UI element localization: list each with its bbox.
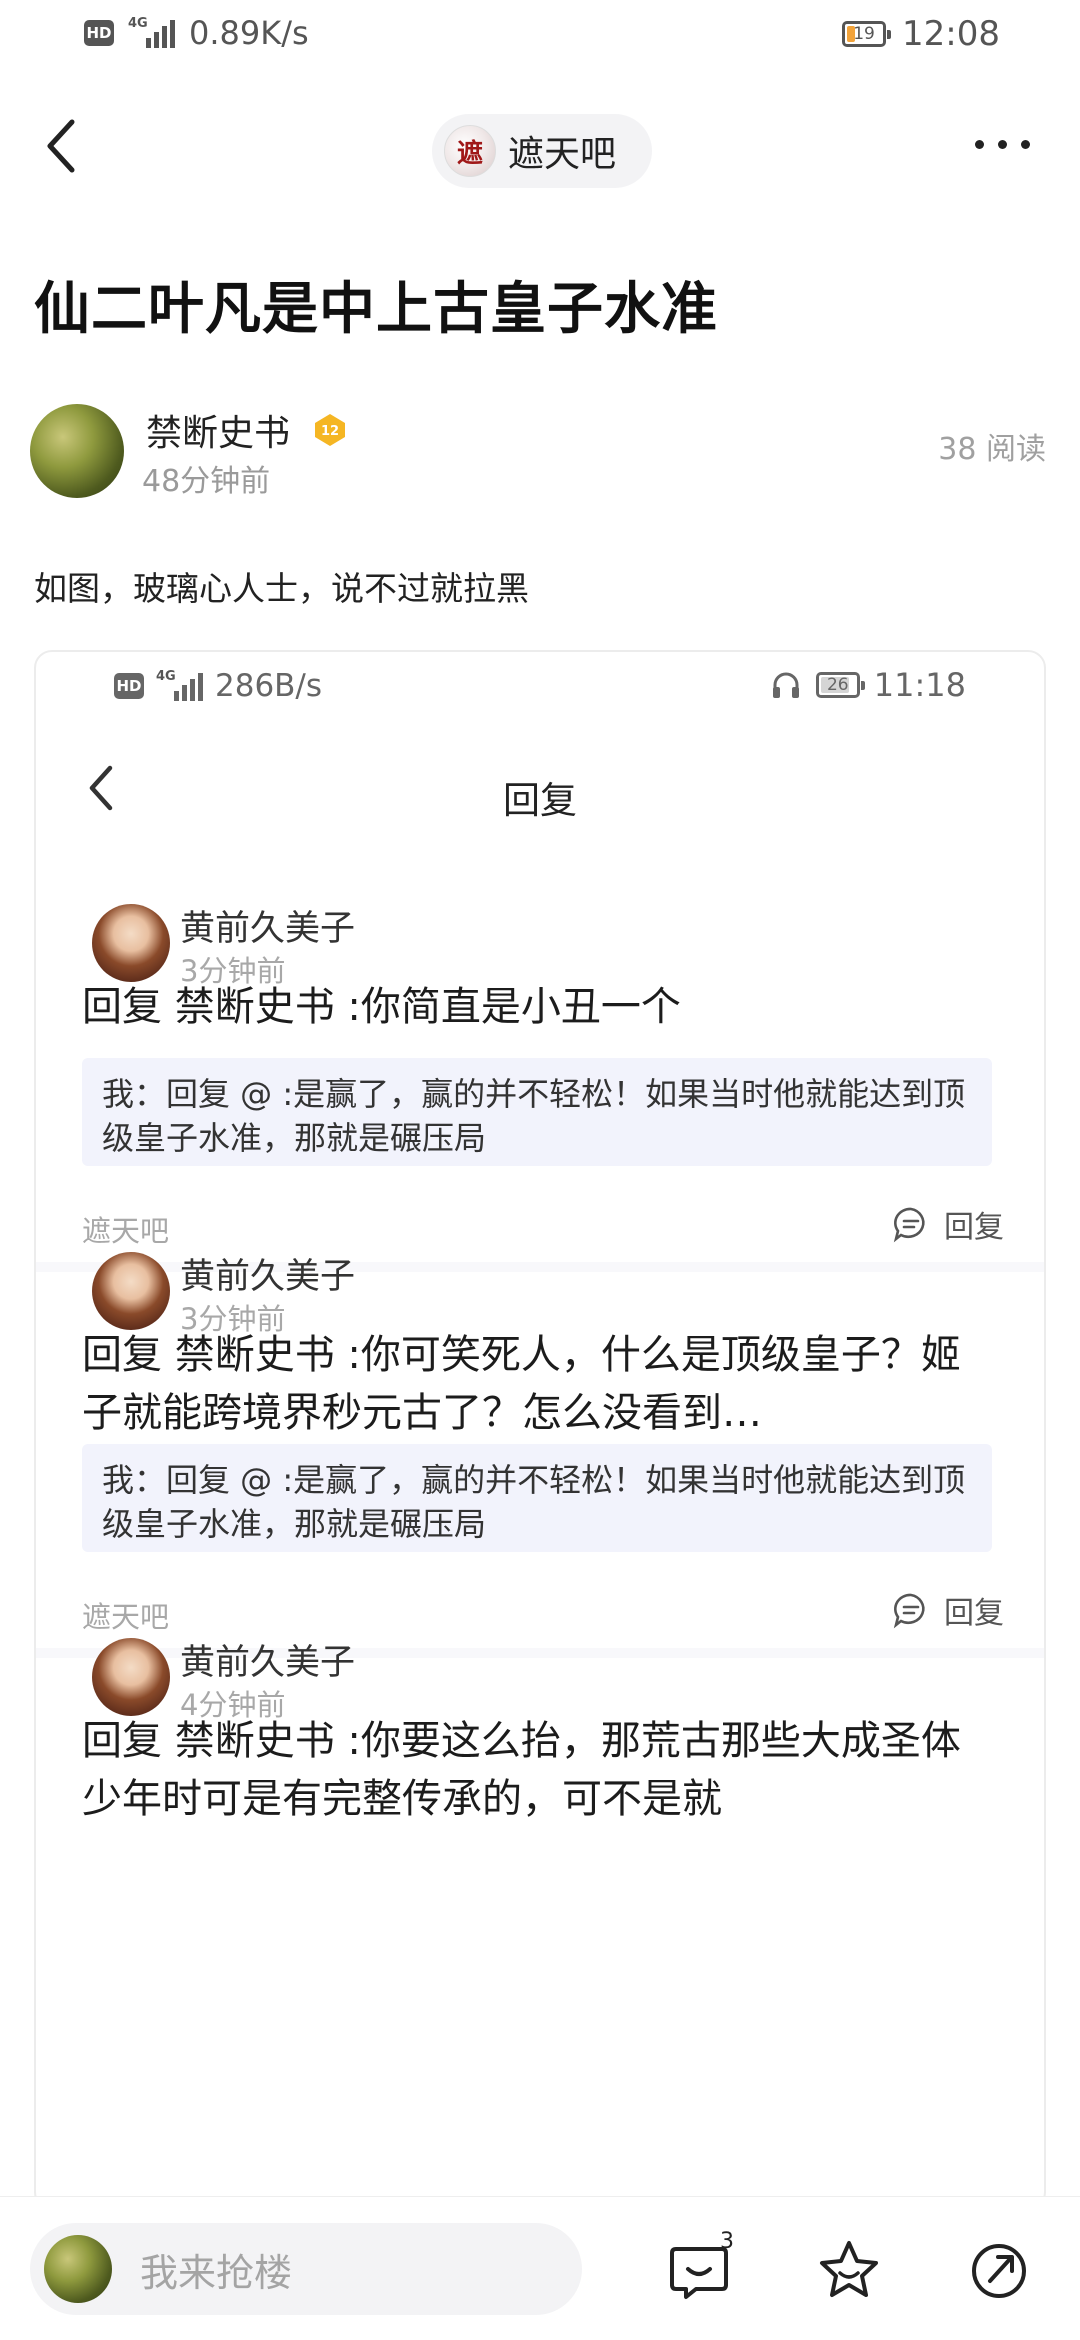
star-icon[interactable]: [816, 2237, 882, 2303]
signal-icon: 4G: [156, 669, 203, 701]
quoted-reply: 我：回复 @ :是赢了，赢的并不轻松！如果当时他就能达到顶级皇子水准，那就是碾压…: [82, 1444, 992, 1552]
post-time: 48分钟前: [142, 464, 271, 499]
battery-icon: 19: [842, 21, 892, 47]
reply-author: 黄前久美子: [180, 1257, 356, 1297]
avatar: [92, 1638, 170, 1716]
reply-item: 黄前久美子 3分钟前 回复 禁断史书 :你可笑死人，什么是顶级皇子？姬子就能跨境…: [36, 1238, 1044, 1634]
reply-item: 黄前久美子 4分钟前 回复 禁断史书 :你要这么抬，那荒古那些大成圣体少年时可是…: [36, 1624, 1044, 1884]
post-body: 如图，玻璃心人士，说不过就拉黑: [34, 569, 529, 608]
embedded-screenshot[interactable]: HD 4G 286B/s 26 11:18 回复 黄前久美子 3分钟前 回复 禁…: [34, 650, 1046, 2210]
avatar: [44, 2235, 112, 2303]
reply-author: 黄前久美子: [180, 909, 356, 949]
headphone-icon: [772, 672, 799, 698]
level-badge-icon: 12: [315, 414, 345, 446]
signal-icon: 4G: [128, 16, 175, 48]
bottom-bar: 我来抢楼 3: [0, 2196, 1080, 2340]
forum-name: 遮天吧: [508, 134, 617, 175]
embedded-title: 回复: [503, 779, 577, 822]
reply-author: 黄前久美子: [180, 1643, 356, 1683]
hd-icon: HD: [114, 673, 144, 699]
reply-text: 回复 禁断史书 :你简直是小丑一个: [82, 984, 681, 1030]
author-avatar[interactable]: [30, 404, 124, 498]
clock: 12:08: [902, 14, 1000, 54]
embedded-network-speed: 286B/s: [215, 668, 323, 704]
network-speed: 0.89K/s: [189, 14, 309, 52]
comment-count: 3: [720, 2229, 734, 2254]
forum-pill[interactable]: 遮 遮天吧: [432, 114, 652, 188]
read-count: 38 阅读: [938, 432, 1046, 467]
comment-placeholder: 我来抢楼: [140, 2250, 293, 2295]
back-icon[interactable]: [42, 116, 82, 176]
reply-item: 黄前久美子 3分钟前 回复 禁断史书 :你简直是小丑一个 我：回复 @ :是赢了…: [36, 890, 1044, 1248]
comment-input[interactable]: 我来抢楼: [30, 2223, 582, 2315]
author-name[interactable]: 禁断史书: [146, 404, 290, 456]
reply-text: 回复 禁断史书 :你可笑死人，什么是顶级皇子？姬子就能跨境界秒元古了？怎么没看到…: [82, 1332, 961, 1436]
avatar: [92, 1252, 170, 1330]
forum-logo: 遮: [444, 125, 496, 177]
status-right: 19 12:08: [842, 14, 1000, 54]
share-icon[interactable]: [966, 2237, 1032, 2303]
hd-icon: HD: [84, 20, 114, 46]
embedded-status-bar: HD 4G 286B/s 26 11:18: [36, 652, 1044, 722]
embedded-clock: 11:18: [873, 666, 966, 704]
status-left: HD 4G 0.89K/s: [84, 14, 309, 52]
svg-text:12: 12: [321, 424, 339, 439]
post-title: 仙二叶凡是中上古皇子水准: [34, 277, 718, 342]
quoted-reply: 我：回复 @ :是赢了，赢的并不轻松！如果当时他就能达到顶级皇子水准，那就是碾压…: [82, 1058, 992, 1166]
reply-text: 回复 禁断史书 :你要这么抬，那荒古那些大成圣体少年时可是有完整传承的，可不是就: [82, 1718, 961, 1822]
status-bar: HD 4G 0.89K/s 19 12:08: [0, 0, 1080, 76]
avatar: [92, 904, 170, 982]
battery-icon: 26: [815, 672, 865, 698]
more-icon[interactable]: [975, 140, 1030, 149]
